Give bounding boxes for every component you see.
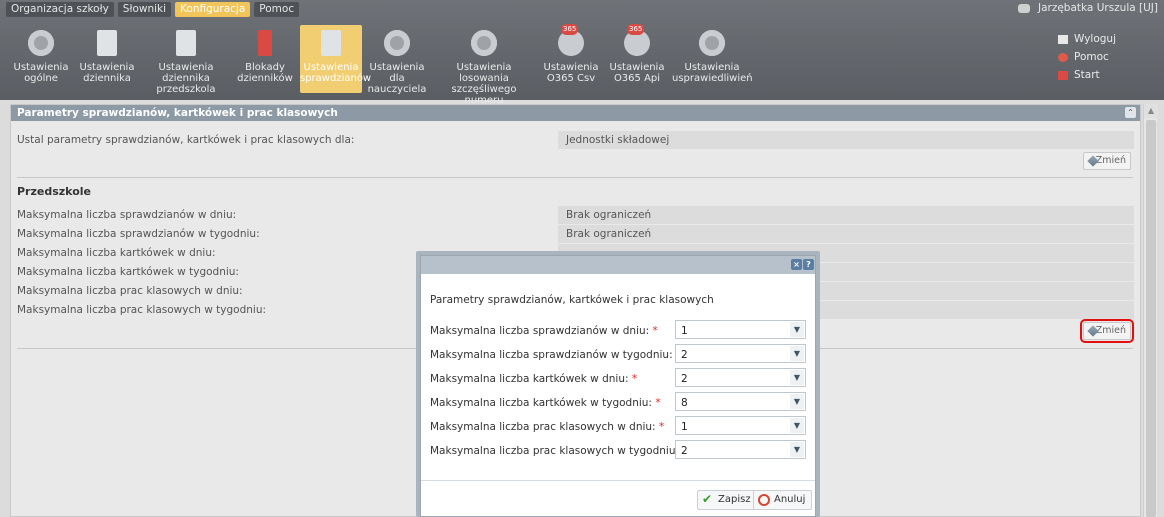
logout-icon xyxy=(1058,34,1068,44)
field-sprawdziany-tydzien: Maksymalna liczba sprawdzianów w tygodni… xyxy=(430,344,810,364)
dialog-titlebar: × ? xyxy=(421,256,815,274)
settings-toolbar: Ustawienia ogólne Ustawienia dziennika U… xyxy=(10,24,756,106)
menu-slowniki[interactable]: Słowniki xyxy=(117,2,172,17)
menu-organizacja[interactable]: Organizacja szkoły xyxy=(6,2,114,17)
param-row: Maksymalna liczba sprawdzianów w dniu: B… xyxy=(11,206,1137,224)
dialog-footer: ✔ Zapisz Anuluj xyxy=(421,480,815,517)
collapse-icon[interactable]: ⌃ xyxy=(1125,107,1136,118)
tool-usprawiedliwienia[interactable]: Ustawienia usprawiedliwień xyxy=(672,25,753,93)
panel-header: Parametry sprawdzianów, kartkówek i prac… xyxy=(11,105,1140,121)
top-bar: Organizacja szkoły Słowniki Konfiguracja… xyxy=(0,0,1164,106)
tool-ustawienia-dla-nauczyciela[interactable]: Ustawienia dla nauczyciela xyxy=(366,25,428,95)
close-icon[interactable]: × xyxy=(791,259,802,270)
help-link[interactable]: Pomoc xyxy=(1058,48,1116,66)
excuse-settings-icon xyxy=(699,30,725,56)
chevron-down-icon: ▼ xyxy=(790,346,804,361)
select-sprawdziany-dzien[interactable]: 1 ▼ xyxy=(675,320,806,339)
field-prace-dzien: Maksymalna liczba prac klasowych w dniu:… xyxy=(430,416,810,436)
cancel-icon xyxy=(758,494,770,506)
main-menu: Organizacja szkoły Słowniki Konfiguracja… xyxy=(6,2,300,18)
menu-pomoc[interactable]: Pomoc xyxy=(254,2,300,17)
chevron-down-icon: ▼ xyxy=(790,442,804,457)
journal-icon xyxy=(176,30,196,56)
tool-ustawienia-dziennika-przedszkola[interactable]: Ustawienia dziennika przedszkola xyxy=(142,25,230,95)
change-limits-button[interactable]: Zmień xyxy=(1080,319,1134,343)
select-prace-tydzien[interactable]: 2 ▼ xyxy=(675,440,806,459)
change-scope-button[interactable]: Zmień xyxy=(1083,152,1131,170)
chevron-down-icon: ▼ xyxy=(790,418,804,433)
dialog-heading: Parametry sprawdzianów, kartkówek i prac… xyxy=(430,294,714,306)
chevron-down-icon: ▼ xyxy=(790,322,804,337)
lucky-number-icon xyxy=(471,30,497,56)
home-icon xyxy=(1058,70,1068,80)
chevron-down-icon: ▼ xyxy=(790,370,804,385)
field-kartkowki-dzien: Maksymalna liczba kartkówek w dniu: * 2 ▼ xyxy=(430,368,810,388)
o365-icon xyxy=(558,24,584,56)
select-kartkowki-dzien[interactable]: 2 ▼ xyxy=(675,368,806,387)
logout-link[interactable]: Wyloguj xyxy=(1058,30,1116,48)
setting-row: Ustal parametry sprawdzianów, kartkówek … xyxy=(11,131,1137,149)
divider xyxy=(17,177,1133,178)
gear-icon xyxy=(28,30,54,56)
scroll-up-icon[interactable]: ▲ xyxy=(1144,104,1158,118)
chevron-down-icon: ▼ xyxy=(790,394,804,409)
parameters-dialog: × ? Parametry sprawdzianów, kartkówek i … xyxy=(420,255,816,517)
cancel-button[interactable]: Anuluj xyxy=(753,490,813,510)
param-row: Maksymalna liczba sprawdzianów w tygodni… xyxy=(11,225,1137,243)
user-area: Jarzębatka Urszula [UJ] xyxy=(1017,2,1158,14)
o365-icon xyxy=(624,24,650,56)
select-prace-dzien[interactable]: 1 ▼ xyxy=(675,416,806,435)
teacher-settings-icon xyxy=(384,30,410,56)
tool-losowanie-numeru[interactable]: Ustawienia losowania szczęśliwego numeru xyxy=(432,25,536,106)
menu-konfiguracja[interactable]: Konfiguracja xyxy=(175,2,251,17)
help-icon xyxy=(1058,52,1068,62)
side-links: Wyloguj Pomoc Start xyxy=(1058,30,1116,84)
setting-label: Ustal parametry sprawdzianów, kartkówek … xyxy=(17,134,355,146)
tool-blokady-dziennikow[interactable]: Blokady dzienników xyxy=(234,25,296,93)
start-link[interactable]: Start xyxy=(1058,66,1116,84)
tool-o365-csv[interactable]: Ustawienia O365 Csv xyxy=(540,24,602,93)
tool-ustawienia-sprawdzianow[interactable]: Ustawienia sprawdzianów xyxy=(300,25,371,93)
section-title: Przedszkole xyxy=(17,185,91,198)
select-sprawdziany-tydzien[interactable]: 2 ▼ xyxy=(675,344,806,363)
chat-icon[interactable] xyxy=(1017,3,1030,13)
field-prace-tydzien: Maksymalna liczba prac klasowych w tygod… xyxy=(430,440,810,460)
setting-value: Jednostki składowej xyxy=(558,131,1134,149)
scrollbar[interactable]: ▲ xyxy=(1143,104,1158,517)
lock-journal-icon xyxy=(258,30,272,56)
tool-o365-api[interactable]: Ustawienia O365 Api xyxy=(606,24,668,93)
user-name[interactable]: Jarzębatka Urszula [UJ] xyxy=(1038,2,1158,14)
journal-icon xyxy=(97,30,117,56)
tool-ustawienia-dziennika[interactable]: Ustawienia dziennika xyxy=(76,25,138,93)
field-sprawdziany-dzien: Maksymalna liczba sprawdzianów w dniu: *… xyxy=(430,320,810,340)
scroll-thumb[interactable] xyxy=(1146,120,1156,517)
tool-ustawienia-ogolne[interactable]: Ustawienia ogólne xyxy=(10,25,72,93)
select-kartkowki-tydzien[interactable]: 8 ▼ xyxy=(675,392,806,411)
test-sheet-icon xyxy=(321,30,341,56)
panel-title: Parametry sprawdzianów, kartkówek i prac… xyxy=(17,107,338,119)
help-icon[interactable]: ? xyxy=(803,259,814,270)
field-kartkowki-tydzien: Maksymalna liczba kartkówek w tygodniu: … xyxy=(430,392,810,412)
checkmark-icon: ✔ xyxy=(702,492,713,506)
save-button[interactable]: ✔ Zapisz xyxy=(697,490,758,510)
